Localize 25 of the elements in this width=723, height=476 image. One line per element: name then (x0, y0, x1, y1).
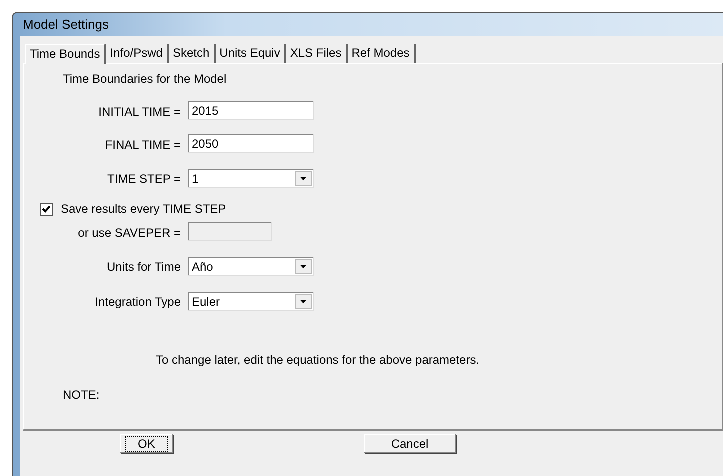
dropdown[interactable]: Año (188, 257, 314, 276)
window-title: Model Settings (23, 17, 109, 32)
tab[interactable]: Units Equiv (216, 44, 286, 63)
tab[interactable]: Time Bounds (25, 44, 106, 64)
field-label: Units for Time (106, 260, 181, 274)
ok-button[interactable]: OK (120, 434, 174, 453)
tab[interactable]: Ref Modes (348, 44, 416, 63)
checkbox[interactable] (40, 202, 53, 216)
caret-icon (295, 259, 312, 274)
field-label: Integration Type (95, 294, 181, 308)
caret-icon (295, 294, 312, 309)
dropdown[interactable]: 1 (188, 169, 314, 188)
caret-icon (295, 171, 312, 186)
cancel-button[interactable]: Cancel (364, 434, 456, 453)
note-label: NOTE: (63, 388, 101, 402)
field-label: FINAL TIME = (105, 138, 181, 152)
input-field[interactable]: 2015 (188, 101, 314, 120)
input-field[interactable]: 2050 (188, 134, 314, 153)
hint-text: To change later, edit the equations for the above parameters. (156, 353, 481, 367)
section-heading: Time Boundaries for the Model (63, 72, 228, 86)
field-label: TIME STEP = (108, 172, 181, 186)
dropdown[interactable]: Euler (188, 292, 314, 311)
field-label: or use SAVEPER = (78, 226, 181, 240)
field-label: INITIAL TIME = (98, 104, 181, 118)
checkbox-label: Save results every TIME STEP (61, 202, 226, 216)
